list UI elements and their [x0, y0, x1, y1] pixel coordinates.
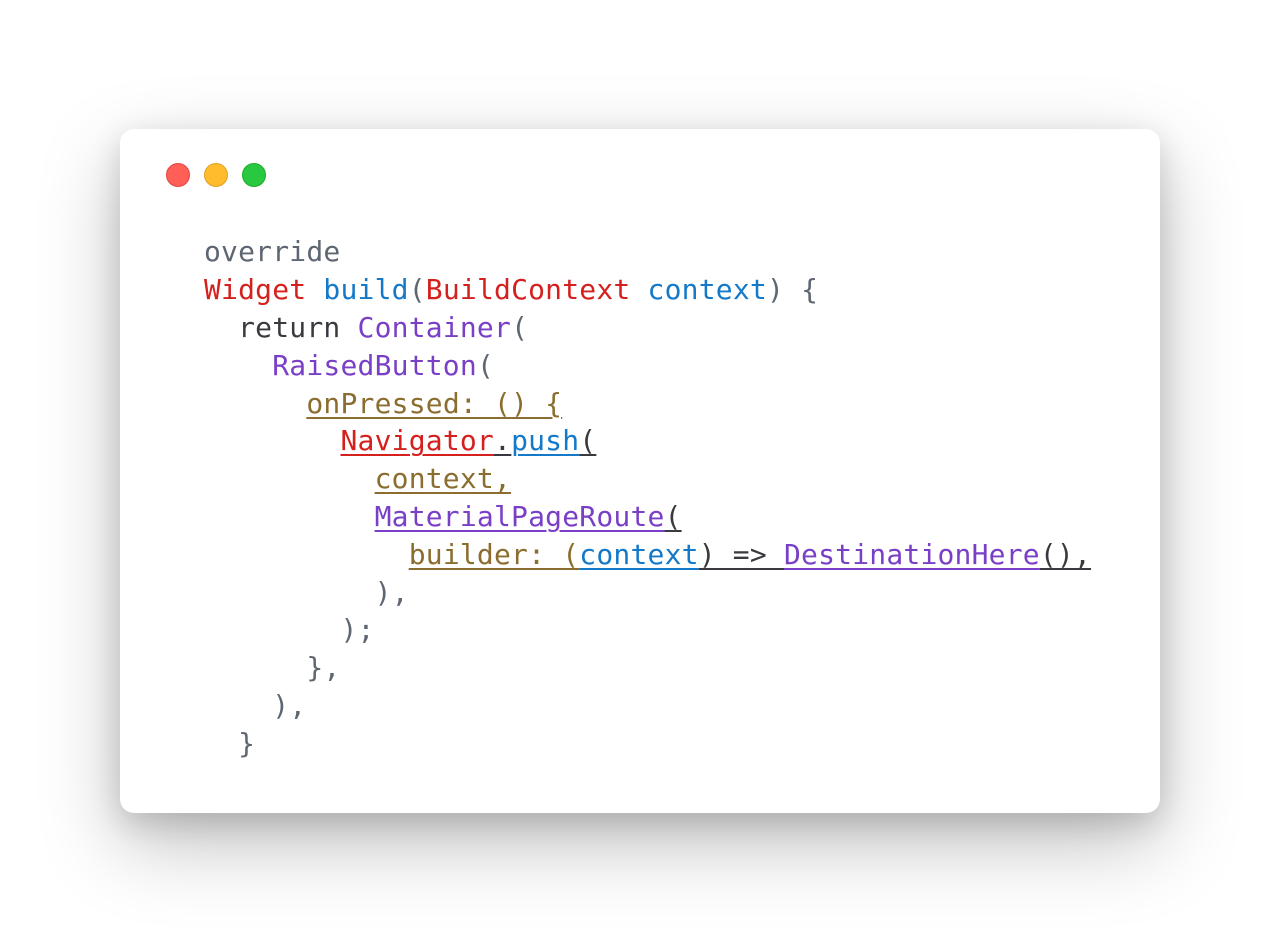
token-override: override: [204, 235, 340, 268]
token-destinationhere: DestinationHere: [784, 538, 1040, 571]
token-navigator: Navigator: [340, 424, 494, 457]
window-title-bar: [160, 163, 1120, 187]
token-push: push: [511, 424, 579, 457]
maximize-icon[interactable]: [242, 163, 266, 187]
token-context-arg: context,: [375, 462, 511, 495]
token-buildcontext: BuildContext: [426, 273, 631, 306]
token-build: build: [323, 273, 408, 306]
code-block: override Widget build(BuildContext conte…: [160, 233, 1120, 762]
token-builder: builder: (: [409, 538, 580, 571]
token-context: context: [648, 273, 767, 306]
token-onpressed: onPressed: () {: [306, 387, 562, 420]
close-icon[interactable]: [166, 163, 190, 187]
token-materialpageroute: MaterialPageRoute: [375, 500, 665, 533]
token-container: Container: [358, 311, 512, 344]
token-raisedbutton: RaisedButton: [272, 349, 477, 382]
code-window: override Widget build(BuildContext conte…: [120, 129, 1160, 812]
minimize-icon[interactable]: [204, 163, 228, 187]
token-widget: Widget: [204, 273, 306, 306]
